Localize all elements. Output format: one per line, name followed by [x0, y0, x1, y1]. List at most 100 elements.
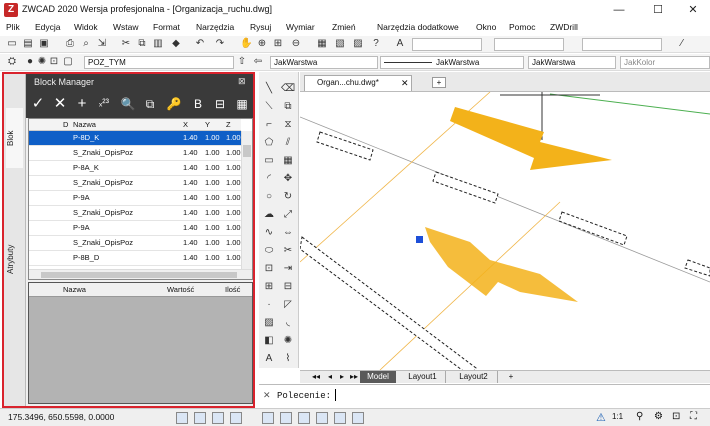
mirror-icon[interactable]: ⧖: [281, 118, 295, 132]
col-nazwa[interactable]: Nazwa: [73, 119, 96, 131]
polar-toggle[interactable]: [230, 412, 242, 424]
search-icon[interactable]: 🔍: [118, 94, 138, 114]
cancel-icon[interactable]: ✕: [50, 94, 70, 114]
rotate-icon[interactable]: ↻: [281, 190, 295, 204]
print-icon[interactable]: ⎙: [64, 38, 76, 50]
explode-icon[interactable]: ✺: [281, 334, 295, 348]
zoom-previous-icon[interactable]: ⊖: [290, 38, 302, 50]
edit-polyline-icon[interactable]: ⌇: [281, 352, 295, 366]
menu-format[interactable]: Format: [153, 22, 180, 32]
pan-icon[interactable]: ✋: [240, 38, 252, 50]
dynamic-input-toggle[interactable]: [352, 412, 364, 424]
annotation-visibility-icon[interactable]: ⚲: [636, 411, 643, 422]
text-style-select[interactable]: [412, 38, 482, 51]
panel-pin-icon[interactable]: ⊠: [238, 76, 246, 87]
move-icon[interactable]: ✥: [281, 172, 295, 186]
next-tab-icon[interactable]: ▸: [340, 372, 344, 381]
prev-tab-icon[interactable]: ◂: [328, 372, 332, 381]
table-row[interactable]: P-9A 1.40 1.00 1.00: [29, 221, 241, 236]
break-icon[interactable]: ⊟: [281, 280, 295, 294]
circle-icon[interactable]: ○: [262, 190, 276, 204]
menu-edycja[interactable]: Edycja: [35, 22, 61, 32]
mtext-icon[interactable]: A: [262, 352, 276, 366]
command-close-icon[interactable]: ✕: [263, 390, 271, 401]
layer-manager-icon[interactable]: ⛭: [6, 56, 18, 68]
numbering-icon[interactable]: ₓ²³: [94, 94, 114, 114]
menu-pomoc[interactable]: Pomoc: [509, 22, 535, 32]
menu-plik[interactable]: Plik: [6, 22, 20, 32]
extend-icon[interactable]: ⇥: [281, 262, 295, 276]
make-block-icon[interactable]: ⊞: [262, 280, 276, 294]
table-style-select[interactable]: [582, 38, 662, 51]
make-current-icon[interactable]: ⇧: [236, 56, 248, 68]
scroll-thumb[interactable]: [243, 145, 251, 157]
spline-icon[interactable]: ∿: [262, 226, 276, 240]
tool-palettes-icon[interactable]: ▨: [352, 38, 364, 50]
open-icon[interactable]: ▤: [22, 38, 34, 50]
polygon-icon[interactable]: ⬠: [262, 136, 276, 150]
lineweight-toggle[interactable]: [298, 412, 310, 424]
zoom-realtime-icon[interactable]: ⊕: [256, 38, 268, 50]
drawing-canvas[interactable]: [300, 92, 710, 370]
design-center-icon[interactable]: ▧: [334, 38, 346, 50]
col-z[interactable]: Z: [226, 119, 231, 131]
polyline-icon[interactable]: ⌐: [262, 118, 276, 132]
maximize-button[interactable]: ☐: [641, 0, 675, 20]
selection-cycling-toggle[interactable]: [334, 412, 346, 424]
col-d[interactable]: D: [63, 119, 68, 131]
color-select[interactable]: JakWarstwa: [270, 56, 378, 69]
grip-point[interactable]: [416, 236, 423, 243]
publish-icon[interactable]: ⇲: [96, 38, 108, 50]
annotation-scale-icon[interactable]: ⚠: [596, 411, 606, 424]
list-icon[interactable]: ⊟: [210, 94, 230, 114]
line-icon[interactable]: ╲: [262, 82, 276, 96]
menu-narzedzia-dodatkowe[interactable]: Narzędzia dodatkowe: [377, 22, 459, 32]
point-icon[interactable]: ·: [262, 298, 276, 312]
menu-wymiar[interactable]: Wymiar: [286, 22, 315, 32]
lineweight-select[interactable]: JakWarstwa: [528, 56, 616, 69]
offset-icon[interactable]: ⫽: [281, 136, 295, 150]
menu-widok[interactable]: Widok: [74, 22, 98, 32]
paste-icon[interactable]: ▥: [152, 38, 164, 50]
vertical-scrollbar[interactable]: [241, 131, 252, 269]
grid-icon[interactable]: ▦: [232, 94, 252, 114]
minimize-button[interactable]: —: [602, 0, 636, 20]
lock-ui-icon[interactable]: ⊡: [672, 411, 680, 422]
menu-rysuj[interactable]: Rysuj: [250, 22, 271, 32]
col-x[interactable]: X: [183, 119, 188, 131]
grid-toggle[interactable]: [194, 412, 206, 424]
workspace-icon[interactable]: ⚙: [654, 411, 663, 422]
add-icon[interactable]: +: [72, 94, 92, 114]
copy-block-icon[interactable]: ⧉: [140, 94, 160, 114]
apply-icon[interactable]: ✓: [28, 94, 48, 114]
close-tab-icon[interactable]: ✕: [401, 76, 409, 90]
block-attribute-icon[interactable]: B: [188, 94, 208, 114]
tab-document[interactable]: Organ...chu.dwg* ✕: [304, 75, 412, 91]
ray-icon[interactable]: ⟍: [262, 100, 276, 114]
zoom-window-icon[interactable]: ⊞: [272, 38, 284, 50]
multileader-style-icon[interactable]: ⁄: [676, 38, 688, 50]
first-tab-icon[interactable]: ◂◂: [312, 372, 320, 381]
table-row[interactable]: P-8D_K 1.40 1.00 1.00: [29, 131, 241, 146]
text-style-icon[interactable]: A: [394, 38, 406, 50]
chamfer-icon[interactable]: ◸: [281, 298, 295, 312]
table-row[interactable]: P-9A 1.40 1.00 1.00: [29, 191, 241, 206]
col-y[interactable]: Y: [205, 119, 210, 131]
trim-icon[interactable]: ✂: [281, 244, 295, 258]
menu-okno[interactable]: Okno: [476, 22, 496, 32]
preview-icon[interactable]: ⌕: [80, 38, 92, 50]
attr-col-nazwa[interactable]: Nazwa: [63, 283, 86, 297]
tab-model[interactable]: Model: [360, 371, 396, 383]
tab-blok[interactable]: Blok: [6, 108, 23, 168]
snap-toggle[interactable]: [176, 412, 188, 424]
table-row[interactable]: S_Znaki_OpisPoz 1.40 1.00 1.00: [29, 146, 241, 161]
table-row[interactable]: S_Znaki_OpisPoz 1.40 1.00 1.00: [29, 236, 241, 251]
attr-col-wartosc[interactable]: Wartość: [167, 283, 194, 297]
table-row[interactable]: P-8A_K 1.40 1.00 1.00: [29, 161, 241, 176]
tab-layout1[interactable]: Layout1: [400, 371, 446, 383]
arc-icon[interactable]: ◜: [262, 172, 276, 186]
last-tab-icon[interactable]: ▸▸: [350, 372, 358, 381]
close-button[interactable]: ✕: [676, 0, 710, 20]
insert-block-icon[interactable]: ⊡: [262, 262, 276, 276]
layer-previous-icon[interactable]: ⇦: [252, 56, 264, 68]
